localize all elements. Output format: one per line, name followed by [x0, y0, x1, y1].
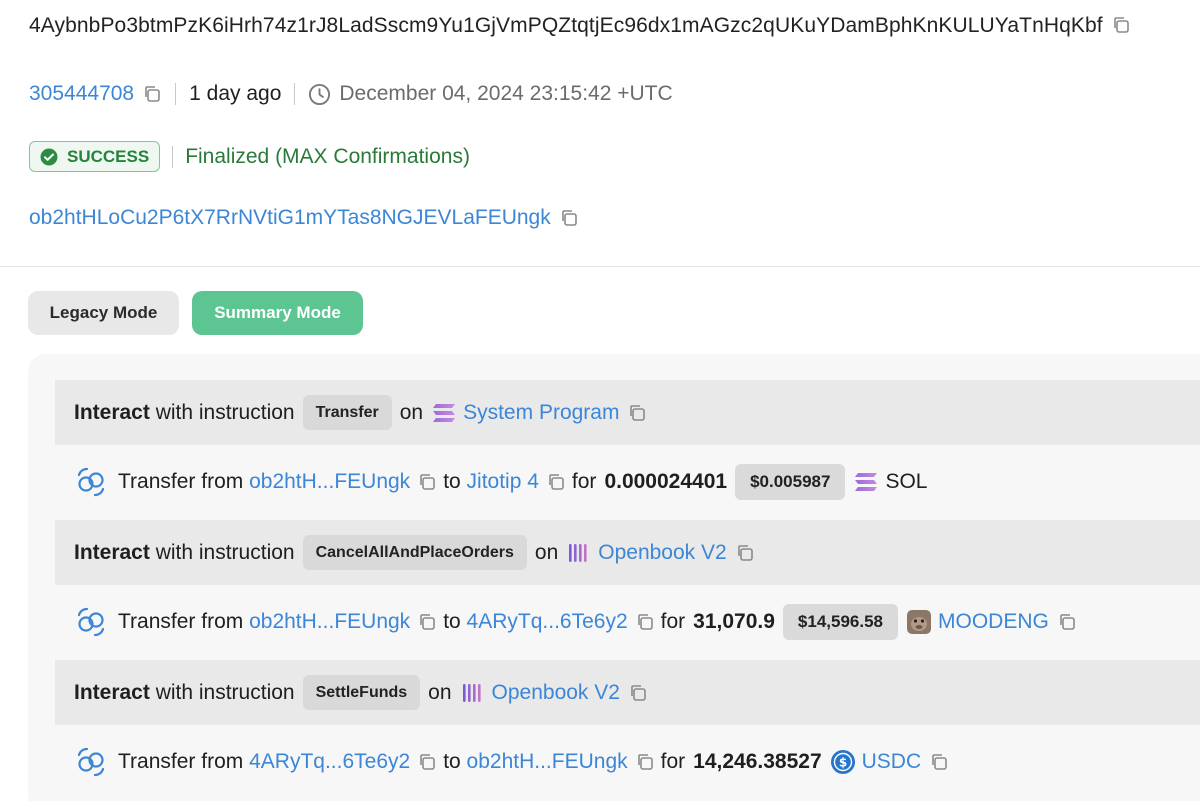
instruction-chip: SettleFunds: [302, 675, 421, 710]
copy-icon[interactable]: [142, 84, 162, 104]
with-instruction-label: with instruction: [155, 680, 295, 704]
copy-icon[interactable]: [735, 543, 755, 563]
transfer-icon: [76, 607, 106, 637]
usd-value-badge: $14,596.58: [782, 604, 898, 640]
transfer-amount: 14,246.38527: [693, 750, 822, 773]
timestamp-text: December 04, 2024 23:15:42 +UTC: [339, 82, 673, 105]
on-label: on: [399, 400, 424, 424]
copy-icon[interactable]: [628, 683, 648, 703]
status-row: SUCCESS Finalized (MAX Confirmations): [29, 141, 470, 172]
section-divider: [0, 266, 1200, 267]
on-label: on: [428, 680, 452, 704]
copy-icon[interactable]: [627, 403, 647, 423]
transfer-icon: [76, 467, 106, 497]
transfer-amount: 0.000024401: [604, 470, 728, 493]
status-badge-label: SUCCESS: [67, 146, 150, 166]
from-account-link[interactable]: ob2htH...FEUngk: [249, 470, 410, 494]
usd-value-badge: $0.005987: [735, 464, 846, 500]
instruction-row: Interact with instruction CancelAllAndPl…: [55, 520, 1200, 585]
instruction-row: Interact with instruction Transfer on Sy…: [55, 380, 1200, 445]
token-symbol: SOL: [885, 470, 928, 493]
check-circle-icon: [40, 148, 58, 166]
transfer-row: Transfer from 4ARyTq...6Te6y2 to ob2htH.…: [76, 742, 955, 782]
legacy-mode-button[interactable]: Legacy Mode: [28, 291, 179, 335]
summary-mode-button[interactable]: Summary Mode: [192, 291, 363, 335]
instruction-chip: CancelAllAndPlaceOrders: [302, 535, 527, 570]
program-link[interactable]: System Program: [463, 401, 619, 425]
copy-icon[interactable]: [417, 612, 437, 632]
copy-icon[interactable]: [929, 752, 949, 772]
transfer-row: Transfer from ob2htH...FEUngk to Jitotip…: [76, 462, 927, 502]
copy-icon[interactable]: [635, 752, 655, 772]
openbook-icon: [460, 682, 486, 704]
with-instruction-label: with instruction: [155, 540, 295, 564]
divider: [294, 83, 296, 105]
svg-text:$: $: [838, 756, 846, 770]
signature-text: 4AybnbPo3btmPzK6iHrh74z1rJ8LadSscm9Yu1Gj…: [29, 14, 1103, 37]
for-label: for: [660, 610, 686, 633]
copy-icon[interactable]: [417, 472, 437, 492]
to-account-link[interactable]: 4ARyTq...6Te6y2: [467, 610, 628, 634]
instruction-chip: Transfer: [302, 395, 392, 430]
transfer-from-label: Transfer from: [118, 610, 244, 633]
to-label: to: [443, 470, 461, 493]
copy-icon[interactable]: [417, 752, 437, 772]
signer-link[interactable]: ob2htHLoCu2P6tX7RrNVtiG1mYTas8NGJEVLaFEU…: [29, 206, 551, 229]
program-link[interactable]: Openbook V2: [598, 541, 726, 565]
divider: [172, 145, 174, 168]
to-account-link[interactable]: ob2htH...FEUngk: [467, 750, 628, 774]
from-account-link[interactable]: ob2htH...FEUngk: [249, 610, 410, 634]
moodeng-icon: [906, 609, 932, 635]
usdc-icon: $: [830, 749, 856, 775]
to-label: to: [443, 750, 461, 773]
instruction-row: Interact with instruction SettleFunds on…: [55, 660, 1200, 725]
for-label: for: [660, 750, 686, 773]
signer-row: ob2htHLoCu2P6tX7RrNVtiG1mYTas8NGJEVLaFEU…: [29, 206, 579, 230]
age-text: 1 day ago: [189, 82, 282, 105]
on-label: on: [534, 540, 559, 564]
copy-icon[interactable]: [635, 612, 655, 632]
to-label: to: [443, 610, 461, 633]
openbook-icon: [566, 542, 592, 564]
clock-icon: [308, 83, 331, 106]
block-meta-row: 305444708 1 day ago December 04, 2024 23…: [29, 80, 673, 108]
copy-icon[interactable]: [1111, 15, 1131, 35]
solana-icon: [853, 469, 879, 495]
with-instruction-label: with instruction: [155, 400, 295, 424]
transfer-row: Transfer from ob2htH...FEUngk to 4ARyTq.…: [76, 602, 1083, 642]
interact-label: Interact: [74, 680, 150, 704]
status-badge: SUCCESS: [29, 141, 161, 172]
transfer-from-label: Transfer from: [118, 750, 244, 773]
to-account-link[interactable]: Jitotip 4: [467, 470, 539, 494]
slot-link[interactable]: 305444708: [29, 82, 134, 106]
transfer-from-label: Transfer from: [118, 470, 244, 493]
for-label: for: [571, 470, 597, 493]
transfer-amount: 31,070.9: [693, 610, 775, 633]
interact-label: Interact: [74, 400, 150, 424]
copy-icon[interactable]: [559, 208, 579, 228]
from-account-link[interactable]: 4ARyTq...6Te6y2: [249, 750, 410, 774]
divider: [175, 83, 177, 105]
transaction-signature: 4AybnbPo3btmPzK6iHrh74z1rJ8LadSscm9Yu1Gj…: [29, 14, 1131, 38]
interact-label: Interact: [74, 540, 150, 564]
transfer-icon: [76, 747, 106, 777]
confirmation-text: Finalized (MAX Confirmations): [185, 144, 470, 168]
token-link[interactable]: MOODENG: [938, 610, 1049, 634]
solana-icon: [431, 402, 457, 424]
token-link[interactable]: USDC: [862, 750, 922, 774]
copy-icon[interactable]: [1057, 612, 1077, 632]
program-link[interactable]: Openbook V2: [492, 681, 620, 705]
copy-icon[interactable]: [546, 472, 566, 492]
